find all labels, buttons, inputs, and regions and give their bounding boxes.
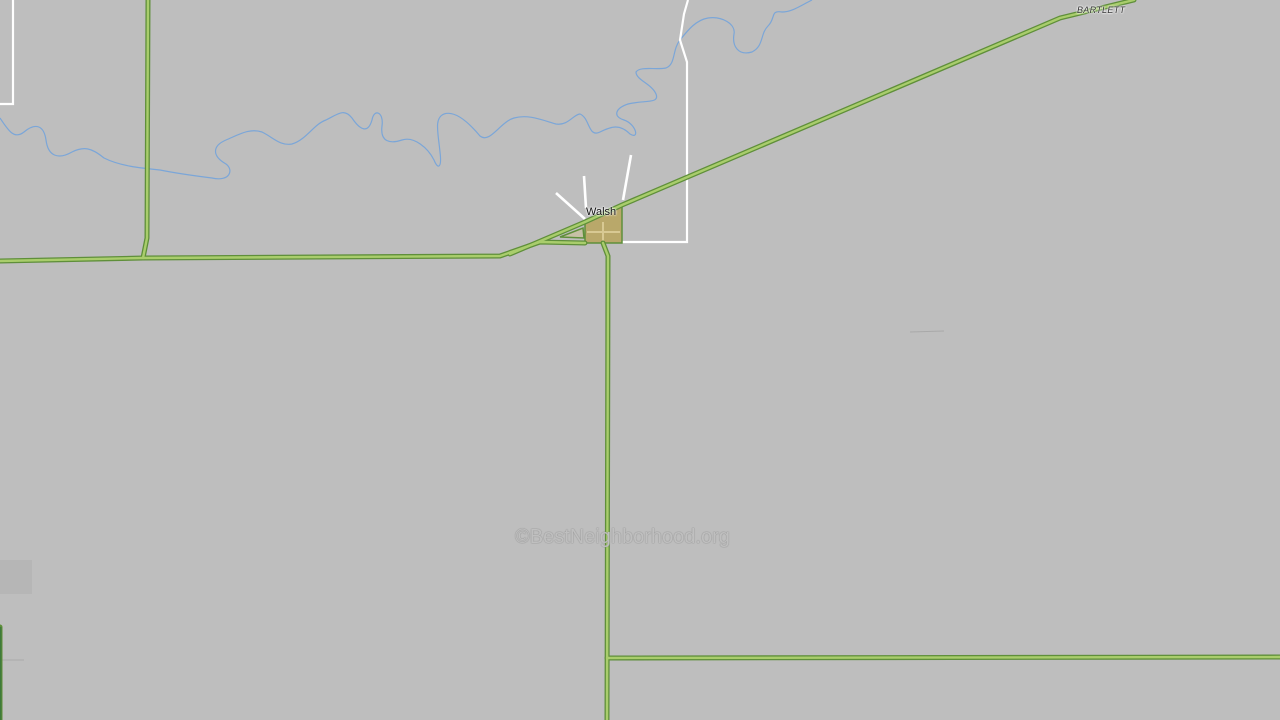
map-layer — [0, 0, 1280, 720]
boundary-line — [0, 0, 15, 106]
boundary-line — [555, 192, 586, 220]
minor-line — [909, 330, 945, 333]
place-label-bartlett[interactable]: BARTLETT — [1077, 5, 1125, 15]
map-canvas[interactable]: Walsh BARTLETT ©BestNeighborhood.org — [0, 0, 1280, 720]
road-casing — [0, 0, 1280, 720]
boundary-line — [622, 0, 690, 244]
watermark: ©BestNeighborhood.org — [515, 526, 730, 548]
land-patch — [0, 560, 32, 594]
place-label-walsh[interactable]: Walsh — [586, 206, 616, 218]
boundary-line — [582, 175, 588, 209]
road-fill — [0, 0, 1280, 720]
river — [0, 0, 813, 180]
boundary-line — [621, 154, 633, 201]
